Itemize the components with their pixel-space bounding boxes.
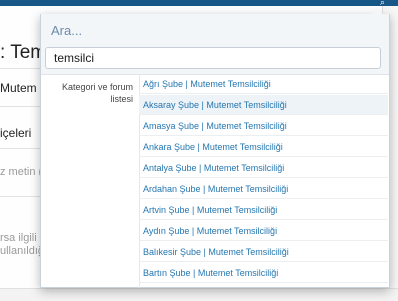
search-result-item[interactable]: Ankara Şube | Mutemet Temsilciliği [139,137,388,157]
filter-column: Kategori ve forum listesi [41,74,140,288]
search-result-item[interactable]: Aydın Şube | Mutemet Temsilciliği [139,221,388,241]
search-header: Ara... temsilci [41,8,389,75]
search-result-item[interactable]: Aksaray Şube | Mutemet Temsilciliği [139,95,388,115]
search-result-item[interactable]: Antalya Şube | Mutemet Temsilciliği [139,158,388,178]
search-result-item[interactable]: Amasya Şube | Mutemet Temsilciliği [139,116,388,136]
search-result-item[interactable]: Artvin Şube | Mutemet Temsilciliği [139,200,388,220]
search-result-item[interactable]: Bartın Şube | Mutemet Temsilciliği [139,263,388,283]
search-title: Ara... [51,23,83,38]
results-list: Ağrı Şube | Mutemet Temsilciliği Aksaray … [139,74,390,288]
forum-field[interactable]: Mutem [0,81,37,95]
page-footer-strip [0,288,398,301]
search-dropdown: Ara... temsilci Kategori ve forum listes… [40,8,390,288]
search-input[interactable]: temsilci [45,47,381,69]
search-result-item[interactable]: Balıkesir Şube | Mutemet Temsilciliği [139,242,388,262]
section-heading: içeleri [0,126,32,140]
search-result-item[interactable]: Ağrı Şube | Mutemet Temsilciliği [139,74,388,94]
dropdown-caret [371,8,383,14]
search-result-item[interactable]: Ardahan Şube | Mutemet Temsilciliği [139,179,388,199]
filter-label: Kategori ve forum listesi [61,82,133,104]
